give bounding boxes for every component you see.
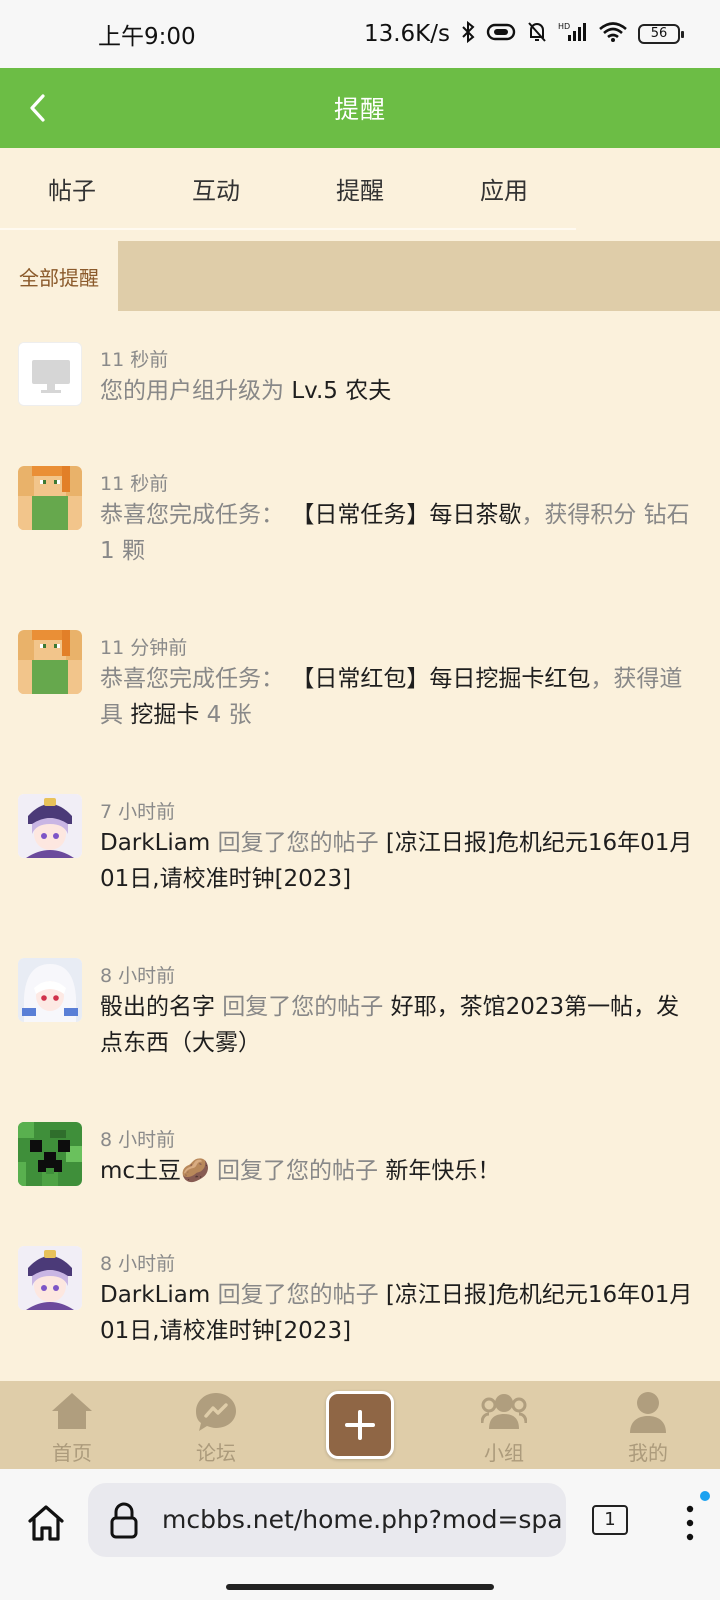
signal-icon: HD (558, 21, 588, 48)
status-time: 上午9:00 (98, 24, 196, 50)
more-vertical-icon (686, 1505, 694, 1541)
notification-time: 8 小时前 (100, 1129, 176, 1151)
anime-avatar (18, 794, 82, 858)
notification-time: 8 小时前 (100, 1253, 176, 1275)
user-icon (630, 1392, 666, 1433)
notification-time: 7 小时前 (100, 801, 176, 823)
bluetooth-icon (460, 20, 476, 49)
tab-apps[interactable]: 应用 (432, 148, 576, 228)
update-badge (700, 1491, 710, 1501)
wifi-icon (598, 21, 628, 48)
notification-message: 您的用户组升级为 Lv.5 农夫 (100, 378, 392, 404)
alex-avatar (18, 466, 82, 530)
url-text: mcbbs.net/home.php?mod=spa (162, 1505, 563, 1534)
new-post-button[interactable] (326, 1391, 394, 1459)
notification-item[interactable]: 8 小时前 骰出的名字 回复了您的帖子 好耶，茶馆2023第一帖，发点东西（大雾… (0, 927, 720, 1091)
forum-icon (196, 1393, 236, 1431)
notification-message: mc土豆🥔 回复了您的帖子 新年快乐！ (100, 1158, 501, 1184)
notification-message: DarkLiam 回复了您的帖子 [凉江日报]危机纪元16年01月01日,请校准… (100, 830, 693, 892)
alex-avatar (18, 630, 82, 694)
page-title: 提醒 (333, 95, 386, 124)
notification-message: 恭喜您完成任务： 【日常红包】每日挖掘卡红包，获得道具 挖掘卡 4 张 (100, 666, 683, 728)
status-bar: 上午9:00 13.6K/s HD 56 (0, 0, 720, 68)
bottom-nav: 首页 论坛 小组 我的 (0, 1381, 720, 1469)
tab-posts[interactable]: 帖子 (0, 148, 144, 228)
browser-menu-button[interactable] (678, 1499, 702, 1547)
gesture-bar (226, 1584, 494, 1590)
notification-item[interactable]: 8 小时前 mc土豆🥔 回复了您的帖子 新年快乐！ (0, 1091, 720, 1215)
nav-group[interactable]: 小组 (432, 1381, 576, 1469)
notification-item[interactable]: 7 小时前 DarkLiam 回复了您的帖子 [凉江日报]危机纪元16年01月0… (0, 763, 720, 927)
filter-bar: 全部提醒 (0, 241, 720, 311)
filter-all-reminders[interactable]: 全部提醒 (0, 241, 118, 311)
notification-message: DarkLiam 回复了您的帖子 [凉江日报]危机纪元16年01月01日,请校准… (100, 1282, 693, 1344)
address-bar[interactable]: mcbbs.net/home.php?mod=spa (88, 1483, 566, 1557)
notification-message: 骰出的名字 回复了您的帖子 好耶，茶馆2023第一帖，发点东西（大雾） (100, 994, 680, 1056)
notification-time: 11 秒前 (100, 349, 169, 371)
app-header: 提醒 (0, 68, 720, 148)
anime-avatar (18, 1246, 82, 1310)
monitor-icon (18, 342, 82, 406)
vibrate-icon (486, 22, 516, 47)
svg-text:HD: HD (558, 22, 570, 31)
anime-avatar-white (18, 958, 82, 1022)
nav-post[interactable] (288, 1381, 432, 1469)
chevron-left-icon (30, 94, 45, 122)
network-speed: 13.6K/s (363, 21, 450, 47)
notification-time: 11 秒前 (100, 473, 169, 495)
creeper-avatar (18, 1122, 82, 1186)
nav-home[interactable]: 首页 (0, 1381, 144, 1469)
notification-item[interactable]: 11 分钟前 恭喜您完成任务： 【日常红包】每日挖掘卡红包，获得道具 挖掘卡 4… (0, 599, 720, 763)
browser-home-button[interactable] (22, 1499, 70, 1547)
tab-switcher-button[interactable]: 1 (592, 1505, 628, 1535)
tab-bar: 帖子 互动 提醒 应用 (0, 148, 576, 230)
notification-message: 恭喜您完成任务： 【日常任务】每日茶歇，获得积分 钻石 1 颗 (100, 502, 690, 564)
notification-time: 11 分钟前 (100, 637, 188, 659)
notification-item[interactable]: 8 小时前 DarkLiam 回复了您的帖子 [凉江日报]危机纪元16年01月0… (0, 1215, 720, 1379)
notification-item[interactable]: 11 秒前 您的用户组升级为 Lv.5 农夫 (0, 311, 720, 435)
notification-time: 8 小时前 (100, 965, 176, 987)
lock-icon (110, 1502, 138, 1539)
tab-interactions[interactable]: 互动 (144, 148, 288, 228)
group-icon (481, 1394, 527, 1429)
tab-reminders[interactable]: 提醒 (288, 148, 432, 228)
home-icon (52, 1393, 92, 1429)
nav-forum[interactable]: 论坛 (144, 1381, 288, 1469)
notification-item[interactable]: 11 秒前 恭喜您完成任务： 【日常任务】每日茶歇，获得积分 钻石 1 颗 (0, 435, 720, 599)
plus-icon (345, 1410, 375, 1440)
battery-indicator: 56 (638, 24, 684, 44)
mute-bell-icon (526, 20, 548, 49)
browser-toolbar: mcbbs.net/home.php?mod=spa 1 (0, 1469, 720, 1600)
home-outline-icon (28, 1505, 64, 1541)
nav-profile[interactable]: 我的 (576, 1381, 720, 1469)
back-button[interactable] (14, 84, 62, 132)
status-icons: 13.6K/s HD 56 (363, 20, 684, 49)
